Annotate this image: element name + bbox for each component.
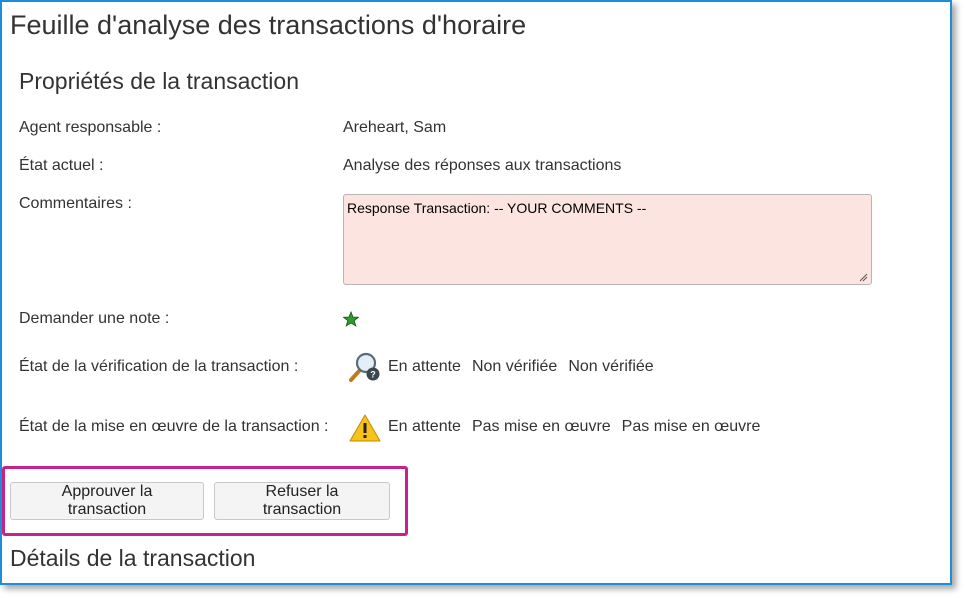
refuse-transaction-button[interactable]: Refuser la transaction xyxy=(214,482,390,520)
comments-label: Commentaires : xyxy=(19,195,132,212)
star-icon xyxy=(343,311,359,327)
implementation-status-1: En attente xyxy=(388,418,461,435)
verification-status-2: Non vérifiée xyxy=(471,358,558,375)
agent-value: Areheart, Sam xyxy=(343,119,447,136)
implementation-status-2: Pas mise en œuvre xyxy=(471,418,611,435)
warning-icon xyxy=(349,414,381,442)
state-label: État actuel : xyxy=(19,157,104,174)
state-value: Analyse des réponses aux transactions xyxy=(343,157,622,174)
svg-text:?: ? xyxy=(370,370,376,380)
comments-textarea[interactable]: Response Transaction: -- YOUR COMMENTS -… xyxy=(343,194,872,285)
page-title: Feuille d'analyse des transactions d'hor… xyxy=(10,10,527,40)
section-title-details: Détails de la transaction xyxy=(10,545,256,571)
implementation-status: En attente Pas mise en œuvre Pas mise en… xyxy=(348,409,771,445)
resize-grip-icon[interactable] xyxy=(858,272,868,282)
verification-status: ? En attente Non vérifiée Non vérifiée xyxy=(348,349,665,385)
verification-status-3: Non vérifiée xyxy=(568,358,654,375)
page-frame: Feuille d'analyse des transactions d'hor… xyxy=(0,0,952,585)
magnifier-question-icon: ? xyxy=(349,352,380,382)
rating-label: Demander une note : xyxy=(19,310,170,327)
implementation-label: État de la mise en œuvre de la transacti… xyxy=(19,418,329,435)
verification-label: État de la vérification de la transactio… xyxy=(19,358,299,375)
implementation-status-3: Pas mise en œuvre xyxy=(621,418,761,435)
agent-label: Agent responsable : xyxy=(19,119,162,136)
approve-transaction-button[interactable]: Approuver la transaction xyxy=(10,482,204,520)
section-title-properties: Propriétés de la transaction xyxy=(19,68,299,94)
verification-status-1: En attente xyxy=(388,358,461,375)
